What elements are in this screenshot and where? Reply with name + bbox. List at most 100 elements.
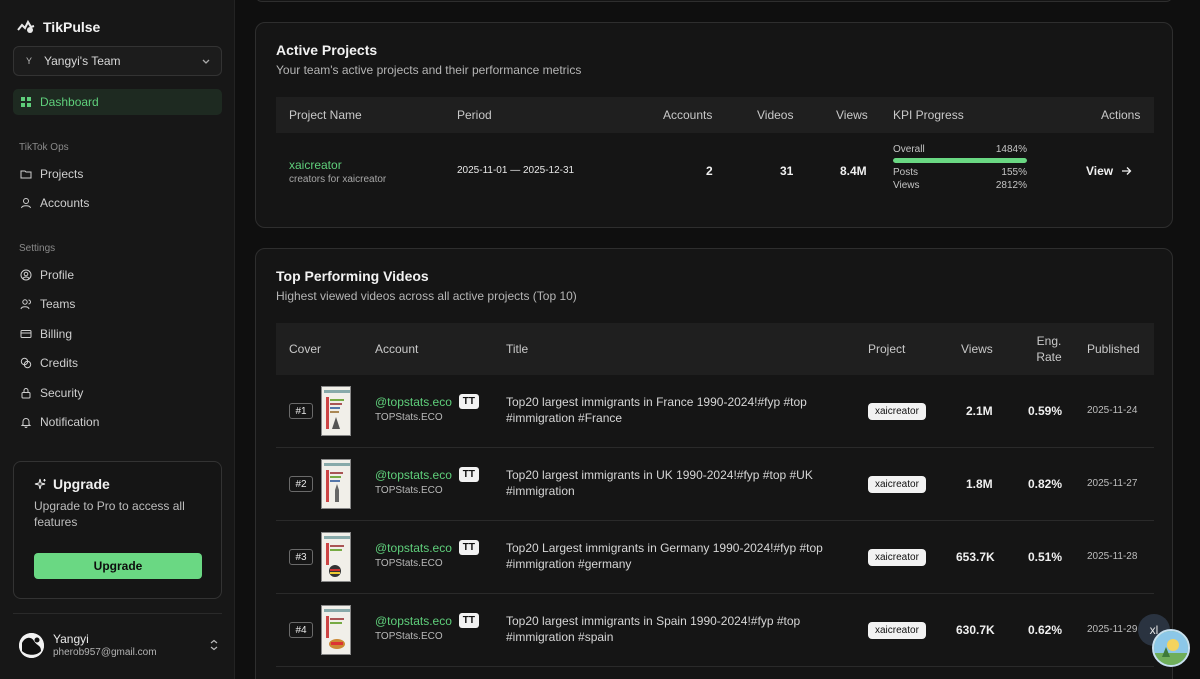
bell-icon [20,418,32,428]
col-account: Account [375,342,419,356]
col-eng-rate: Eng. Rate [1036,323,1062,375]
video-eng-rate: 0.59% [1028,404,1063,418]
project-videos: 31 [780,164,794,178]
project-badge: xaicreator [868,476,926,493]
sidebar-item-credits[interactable]: Credits [13,350,222,376]
video-cover[interactable] [321,605,351,655]
project-link[interactable]: xaicreator [289,158,342,172]
dashboard-icon [21,97,31,107]
divider [13,613,222,614]
user-menu[interactable]: Yangyi pherob957@gmail.com [19,632,219,658]
tiktok-platform-badge: TT [458,467,479,482]
arrow-right-icon [1122,167,1132,175]
sidebar-item-label: Teams [40,297,76,311]
kpi-views-label: Views [893,180,920,191]
sidebar-item-security[interactable]: Security [13,380,222,406]
sidebar-item-label: Security [40,386,84,400]
upgrade-description: Upgrade to Pro to access all features [34,499,185,529]
section-label-settings: Settings [19,243,56,254]
account-handle-link[interactable]: @topstats.eco [375,614,452,628]
brand[interactable]: TikPulse [17,18,100,36]
kpi-overall-value: 1484% [995,144,1027,155]
video-title[interactable]: Top20 largest immigrants in UK 1990-2024… [506,467,846,499]
col-videos: Videos [757,108,794,122]
video-cover[interactable] [321,459,351,509]
account-handle-link[interactable]: @topstats.eco [375,395,452,409]
lock-icon [21,388,31,399]
video-title[interactable]: Top20 largest immigrants in France 1990-… [506,394,846,426]
col-accounts: Accounts [663,108,713,122]
sparkle-icon [34,478,46,489]
card-subtitle: Highest viewed videos across all active … [276,289,577,303]
sidebar-item-label: Profile [40,268,75,282]
view-project-button[interactable]: View [1086,164,1132,178]
chevron-down-icon [202,59,210,64]
video-eng-rate: 0.51% [1028,550,1063,564]
video-eng-rate: 0.82% [1028,477,1063,491]
table-row[interactable]: #3 @topstats.eco TT TOPStats.ECO Top20 La… [276,521,1154,594]
col-actions: Actions [1101,108,1141,122]
kpi-posts-value: 155% [1001,167,1027,178]
sidebar-item-notification[interactable]: Notification [13,409,222,435]
table-row[interactable]: #1 @topstats.eco TT TOPStats.ECO Top20 la… [276,375,1154,448]
users-icon [20,299,31,310]
sidebar-item-teams[interactable]: Teams [13,291,222,317]
table-row[interactable]: #2 @topstats.eco TT TOPStats.ECO Top20 la… [276,448,1154,521]
kpi-views-value: 2812% [995,180,1027,191]
sidebar-item-projects[interactable]: Projects [13,161,222,187]
tiktok-platform-badge: TT [458,613,479,628]
sidebar-item-accounts[interactable]: Accounts [13,190,222,216]
chevron-up-down-icon [210,639,218,651]
video-published: 2025-11-24 [1087,405,1138,416]
col-project-name: Project Name [289,108,362,122]
upgrade-button[interactable]: Upgrade [34,553,202,579]
tiktok-platform-badge: TT [458,540,479,555]
sidebar-item-label: Accounts [40,196,90,210]
col-kpi-progress: KPI Progress [893,108,964,122]
profile-icon [20,269,32,281]
rank-badge: #1 [289,403,313,419]
col-views: Views [961,342,993,356]
project-period: 2025-11-01 — 2025-12-31 [457,165,575,176]
col-eng-rate-line2: Rate [1036,350,1062,364]
col-eng-rate-line1: Eng. [1036,334,1062,348]
account-name: TOPStats.ECO [375,412,443,423]
view-label: View [1086,164,1114,178]
team-selector[interactable]: Y Yangyi's Team [13,46,222,76]
video-title[interactable]: Top20 largest immigrants in Spain 1990-2… [506,613,846,645]
col-views: Views [836,108,868,122]
sidebar-item-profile[interactable]: Profile [13,262,222,288]
video-cover[interactable] [321,386,351,436]
col-cover: Cover [289,342,322,356]
video-published: 2025-11-29 [1087,624,1138,635]
kpi-posts-label: Posts [893,167,919,178]
col-period: Period [457,108,492,122]
account-name: TOPStats.ECO [375,631,443,642]
upgrade-card: Upgrade Upgrade to Pro to access all fea… [13,461,222,599]
card-title: Top Performing Videos [276,268,429,284]
table-header: Cover Account Title Project Views Eng. R… [276,323,1154,375]
project-badge: xaicreator [868,549,926,566]
table-row[interactable]: #4 @topstats.eco TT TOPStats.ECO Top20 la… [276,594,1154,667]
video-cover[interactable] [321,532,351,582]
rank-badge: #3 [289,549,313,565]
video-views: 653.7K [956,550,995,564]
sidebar-item-label: Billing [40,327,73,341]
video-eng-rate: 0.62% [1028,623,1063,637]
account-handle-link[interactable]: @topstats.eco [375,541,452,555]
floating-assistant-icon[interactable] [1152,629,1190,667]
kpi-progress: Overall 1484% Posts 155% Views 2812% [893,144,1027,191]
user-icon [21,198,31,209]
card-title: Active Projects [276,42,378,58]
video-views: 630.7K [956,623,995,637]
card-subtitle: Your team's active projects and their pe… [276,63,582,77]
project-badge: xaicreator [868,403,926,420]
folder-icon [20,170,32,179]
sidebar-item-label: Projects [40,167,84,181]
sidebar-item-dashboard[interactable]: Dashboard [13,89,222,115]
account-handle-link[interactable]: @topstats.eco [375,468,452,482]
sidebar-item-label: Credits [40,356,79,370]
video-title[interactable]: Top20 Largest immigrants in Germany 1990… [506,540,846,572]
project-badge: xaicreator [868,622,926,639]
sidebar-item-billing[interactable]: Billing [13,321,222,347]
